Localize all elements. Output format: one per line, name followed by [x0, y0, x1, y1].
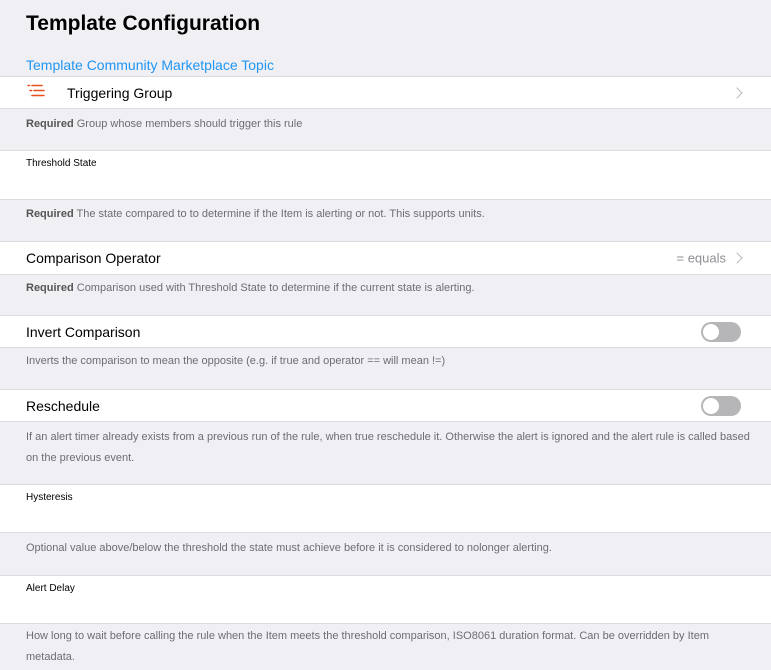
page-title: Template Configuration: [26, 12, 261, 35]
invert-comparison-info: Inverts the comparison to mean the oppos…: [26, 355, 446, 367]
reschedule-label: Reschedule: [26, 398, 100, 414]
toggle-knob: [703, 397, 719, 414]
alert-delay-field[interactable]: Alert Delay: [0, 575, 771, 624]
triggering-group-label: Triggering Group: [67, 85, 173, 101]
threshold-state-input[interactable]: [26, 175, 736, 193]
triggering-group-info: Required Group whose members should trig…: [26, 118, 303, 130]
alert-delay-label: Alert Delay: [26, 583, 75, 594]
list-icon: [26, 83, 46, 102]
triggering-group-item[interactable]: Triggering Group: [0, 76, 771, 109]
invert-comparison-row: Invert Comparison: [0, 315, 771, 348]
alert-delay-input[interactable]: [26, 600, 736, 618]
hysteresis-input[interactable]: [26, 509, 736, 527]
reschedule-toggle[interactable]: [701, 395, 741, 416]
reschedule-row: Reschedule: [0, 389, 771, 422]
required-label: Required: [26, 208, 74, 220]
required-label: Required: [26, 118, 74, 130]
chevron-right-icon: [731, 86, 743, 99]
threshold-state-label: Threshold State: [26, 158, 97, 169]
chevron-right-icon: [731, 252, 743, 264]
comparison-operator-label: Comparison Operator: [26, 250, 161, 266]
comparison-operator-select[interactable]: Comparison Operator = equals: [0, 241, 771, 275]
alert-delay-info: How long to wait before calling the rule…: [26, 630, 709, 663]
comparison-operator-value: = equals: [676, 250, 726, 266]
reschedule-info: If an alert timer already exists from a …: [26, 431, 750, 464]
invert-comparison-toggle[interactable]: [701, 321, 741, 342]
required-label: Required: [26, 282, 74, 294]
marketplace-topic-link[interactable]: Template Community Marketplace Topic: [26, 57, 274, 73]
threshold-state-field[interactable]: Threshold State: [0, 150, 771, 200]
threshold-state-info: Required The state compared to to determ…: [26, 208, 485, 220]
comparison-operator-info: Required Comparison used with Threshold …: [26, 282, 475, 294]
invert-comparison-label: Invert Comparison: [26, 324, 141, 340]
hysteresis-info: Optional value above/below the threshold…: [26, 542, 552, 554]
toggle-knob: [703, 323, 719, 340]
hysteresis-label: Hysteresis: [26, 492, 73, 503]
hysteresis-field[interactable]: Hysteresis: [0, 484, 771, 533]
